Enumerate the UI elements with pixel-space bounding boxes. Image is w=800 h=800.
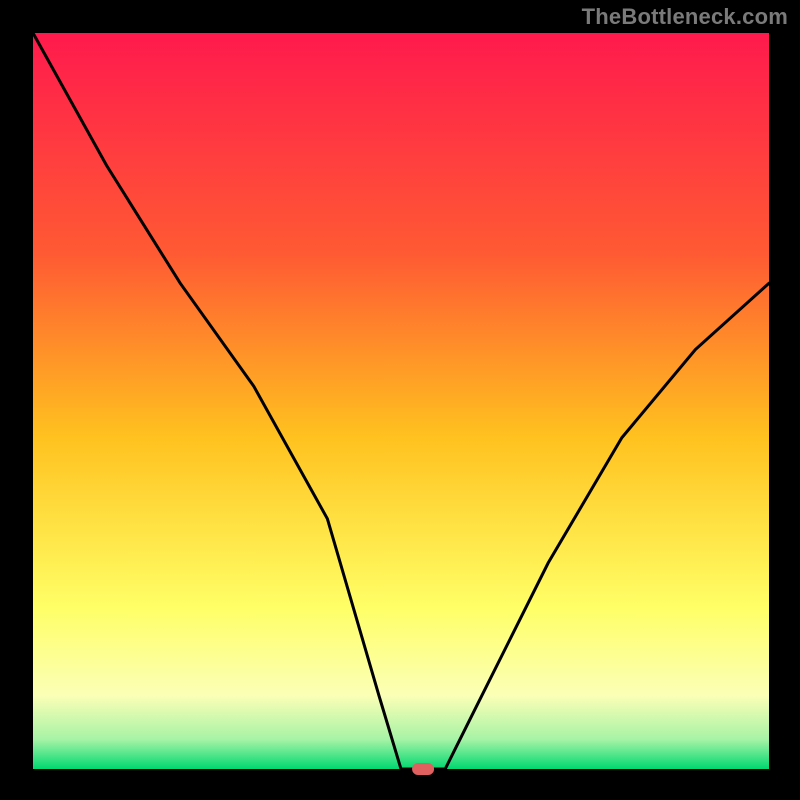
- plot-area: [33, 33, 769, 769]
- chart-svg: [0, 0, 800, 800]
- optimal-marker: [412, 763, 434, 775]
- watermark-text: TheBottleneck.com: [582, 4, 788, 30]
- chart-container: TheBottleneck.com: [0, 0, 800, 800]
